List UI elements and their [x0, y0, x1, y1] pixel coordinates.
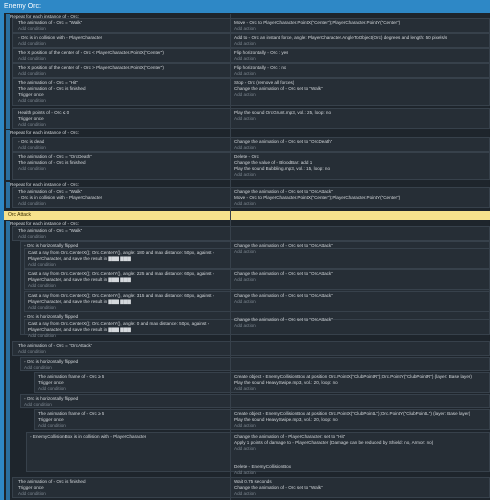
add-action-link[interactable]: Add action — [234, 446, 256, 452]
add-action-link[interactable]: Add action — [234, 26, 256, 32]
add-action-link[interactable]: Add action — [234, 92, 256, 98]
sub-event[interactable] — [20, 394, 490, 408]
add-action-link[interactable]: Add action — [234, 145, 256, 151]
condition-line[interactable]: Repeat for each instance of ◦ Orc: — [10, 130, 79, 136]
action-line[interactable]: Add to ◦ Orc an instant force, angle: Pl… — [234, 35, 447, 41]
add-action-link[interactable]: Add action — [234, 277, 256, 283]
condition-line[interactable]: ◦ EnemyCollisionBox is in collision with… — [30, 434, 146, 440]
add-action-link[interactable]: Add action — [234, 249, 256, 255]
group-strip — [0, 13, 4, 500]
add-action-link[interactable]: Add action — [234, 423, 256, 429]
add-action-link[interactable]: Add action — [234, 386, 256, 392]
add-condition-link[interactable]: Add condition — [18, 98, 46, 104]
event-group-header[interactable]: Enemy Orc: — [0, 0, 490, 13]
add-condition-link[interactable]: Add condition — [28, 262, 56, 268]
add-action-link[interactable]: Add action — [234, 172, 256, 178]
add-action-link[interactable]: Add action — [234, 41, 256, 47]
add-action-link[interactable]: Add action — [234, 323, 256, 329]
add-action-link[interactable]: Add action — [234, 71, 256, 77]
add-action-link[interactable]: Add action — [234, 201, 256, 207]
add-condition-link[interactable]: Add condition — [18, 26, 46, 32]
condition-line[interactable]: ◦ Orc is horizontally flipped — [24, 314, 78, 320]
event-strip — [6, 221, 10, 500]
add-condition-link[interactable]: Add condition — [18, 122, 46, 128]
sub-event[interactable] — [12, 226, 490, 241]
event-strip — [6, 14, 10, 129]
sub-event[interactable] — [20, 357, 490, 371]
add-condition-link[interactable]: Add condition — [18, 349, 46, 355]
action-line[interactable]: Move ◦ Orc to PlayerCharacter.PointX("Ce… — [234, 20, 400, 26]
event-strip — [6, 130, 10, 180]
add-action-link[interactable]: Add action — [234, 470, 256, 476]
add-condition-link[interactable]: Add condition — [38, 386, 66, 392]
add-action-link[interactable]: Add action — [234, 299, 256, 305]
add-condition-link[interactable]: Add condition — [38, 423, 66, 429]
add-condition-link[interactable]: Add condition — [18, 41, 46, 47]
add-action-link[interactable]: Add action — [234, 116, 256, 122]
comment-orc-attack[interactable]: Orc Attack — [4, 211, 490, 220]
add-condition-link[interactable]: Add condition — [28, 283, 56, 289]
add-condition-link[interactable]: Add condition — [24, 365, 52, 371]
add-condition-link[interactable]: Add condition — [18, 166, 46, 172]
add-condition-link[interactable]: Add condition — [18, 56, 46, 62]
add-condition-link[interactable]: Add condition — [28, 305, 56, 311]
action-line[interactable]: Move ◦ Orc to PlayerCharacter.PointX("Ce… — [234, 195, 400, 201]
add-action-link[interactable]: Add action — [234, 56, 256, 62]
add-condition-link[interactable]: Add condition — [18, 71, 46, 77]
condition-line[interactable]: ◦ Orc is horizontally flipped — [24, 243, 78, 249]
condition-line[interactable]: Repeat for each instance of ◦ Orc: — [10, 182, 79, 188]
add-condition-link[interactable]: Add condition — [24, 402, 52, 408]
action-line[interactable]: Apply 1 points of damage to ◦ PlayerChar… — [234, 440, 433, 446]
add-condition-link[interactable]: Add condition — [18, 145, 46, 151]
add-action-link[interactable]: Add action — [234, 491, 256, 497]
column-divider — [230, 14, 231, 500]
add-condition-link[interactable]: Add condition — [28, 333, 56, 339]
condition-line[interactable]: Repeat for each instance of ◦ Orc: — [10, 221, 79, 227]
add-condition-link[interactable]: Add condition — [18, 234, 46, 240]
add-condition-link[interactable]: Add condition — [18, 201, 46, 207]
add-condition-link[interactable]: Add condition — [18, 491, 46, 497]
